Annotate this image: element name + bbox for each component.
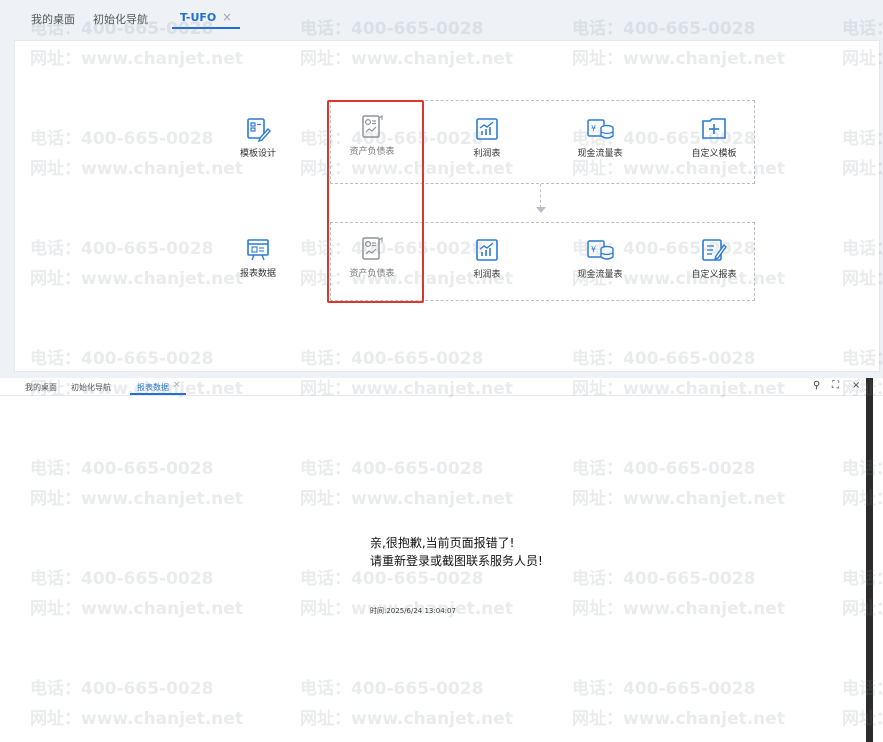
- template-design-icon: [247, 118, 271, 142]
- top-tab-bar: 我的桌面 初始化导航 T-UFO ×: [0, 0, 883, 30]
- tab-my-desktop[interactable]: 我的桌面: [31, 11, 75, 27]
- custom-template-icon: [702, 118, 726, 139]
- data-profit[interactable]: 利润表: [442, 237, 532, 280]
- data-profit-label: 利润表: [473, 270, 501, 280]
- tab-my-desktop[interactable]: 我的桌面: [25, 382, 57, 393]
- profit-chart-icon: [476, 239, 498, 261]
- top-window: 我的桌面 初始化导航 T-UFO × 模板设计 资产负债表 利润表 ¥ 现金流量…: [0, 0, 883, 378]
- balance-sheet-highlight: [327, 100, 424, 303]
- template-cash-flow[interactable]: ¥ 现金流量表: [555, 116, 645, 159]
- active-tab-indicator: [172, 27, 240, 29]
- svg-text:¥: ¥: [591, 245, 596, 254]
- template-custom[interactable]: 自定义模板: [669, 116, 759, 159]
- close-icon[interactable]: ×: [222, 10, 232, 24]
- report-data-icon: [247, 239, 269, 261]
- cash-flow-icon: ¥: [587, 119, 614, 139]
- window-close-icon[interactable]: ×: [852, 380, 860, 391]
- active-tab-indicator: [130, 393, 186, 395]
- template-design: 模板设计: [213, 116, 303, 159]
- maximize-icon[interactable]: ⛶: [832, 380, 839, 391]
- template-cash-flow-label: 现金流量表: [577, 149, 623, 159]
- cash-flow-icon: ¥: [587, 240, 614, 260]
- vertical-scrollbar[interactable]: [866, 378, 873, 742]
- svg-text:¥: ¥: [591, 124, 596, 133]
- t-ufo-main: [14, 40, 880, 372]
- data-cash-flow[interactable]: ¥ 现金流量表: [555, 237, 645, 280]
- tab-t-ufo[interactable]: T-UFO: [180, 11, 216, 24]
- close-icon[interactable]: ×: [173, 380, 181, 390]
- error-message: 亲,很抱歉,当前页面报错了!: [370, 536, 515, 550]
- flow-arrow: [540, 184, 541, 208]
- flow-arrow-head: [536, 207, 546, 213]
- profit-chart-icon: [476, 118, 498, 140]
- bottom-window: 我的桌面 初始化导航 报表数据 × ⚲ ⛶ × 亲,很抱歉,当前页面报错了! 请…: [0, 378, 883, 742]
- template-profit[interactable]: 利润表: [442, 116, 532, 159]
- report-data: 报表数据: [213, 236, 303, 279]
- data-custom[interactable]: 自定义报表: [669, 237, 759, 280]
- template-design-label: 模板设计: [239, 149, 276, 159]
- error-timestamp: 时间:2025/6/24 13:04:07: [370, 607, 456, 615]
- bottom-tab-bar: 我的桌面 初始化导航 报表数据 × ⚲ ⛶ ×: [0, 378, 883, 396]
- tab-init-nav[interactable]: 初始化导航: [93, 11, 148, 27]
- data-cash-flow-label: 现金流量表: [577, 270, 623, 280]
- tab-init-nav[interactable]: 初始化导航: [71, 382, 111, 393]
- tab-report-data[interactable]: 报表数据: [137, 382, 169, 393]
- custom-report-icon: [702, 239, 727, 261]
- report-data-label: 报表数据: [239, 269, 276, 279]
- data-custom-label: 自定义报表: [691, 270, 737, 280]
- error-instruction: 请重新登录或截图联系服务人员!: [370, 554, 543, 568]
- template-profit-label: 利润表: [473, 149, 501, 159]
- template-custom-label: 自定义模板: [691, 149, 737, 159]
- search-icon[interactable]: ⚲: [813, 380, 820, 391]
